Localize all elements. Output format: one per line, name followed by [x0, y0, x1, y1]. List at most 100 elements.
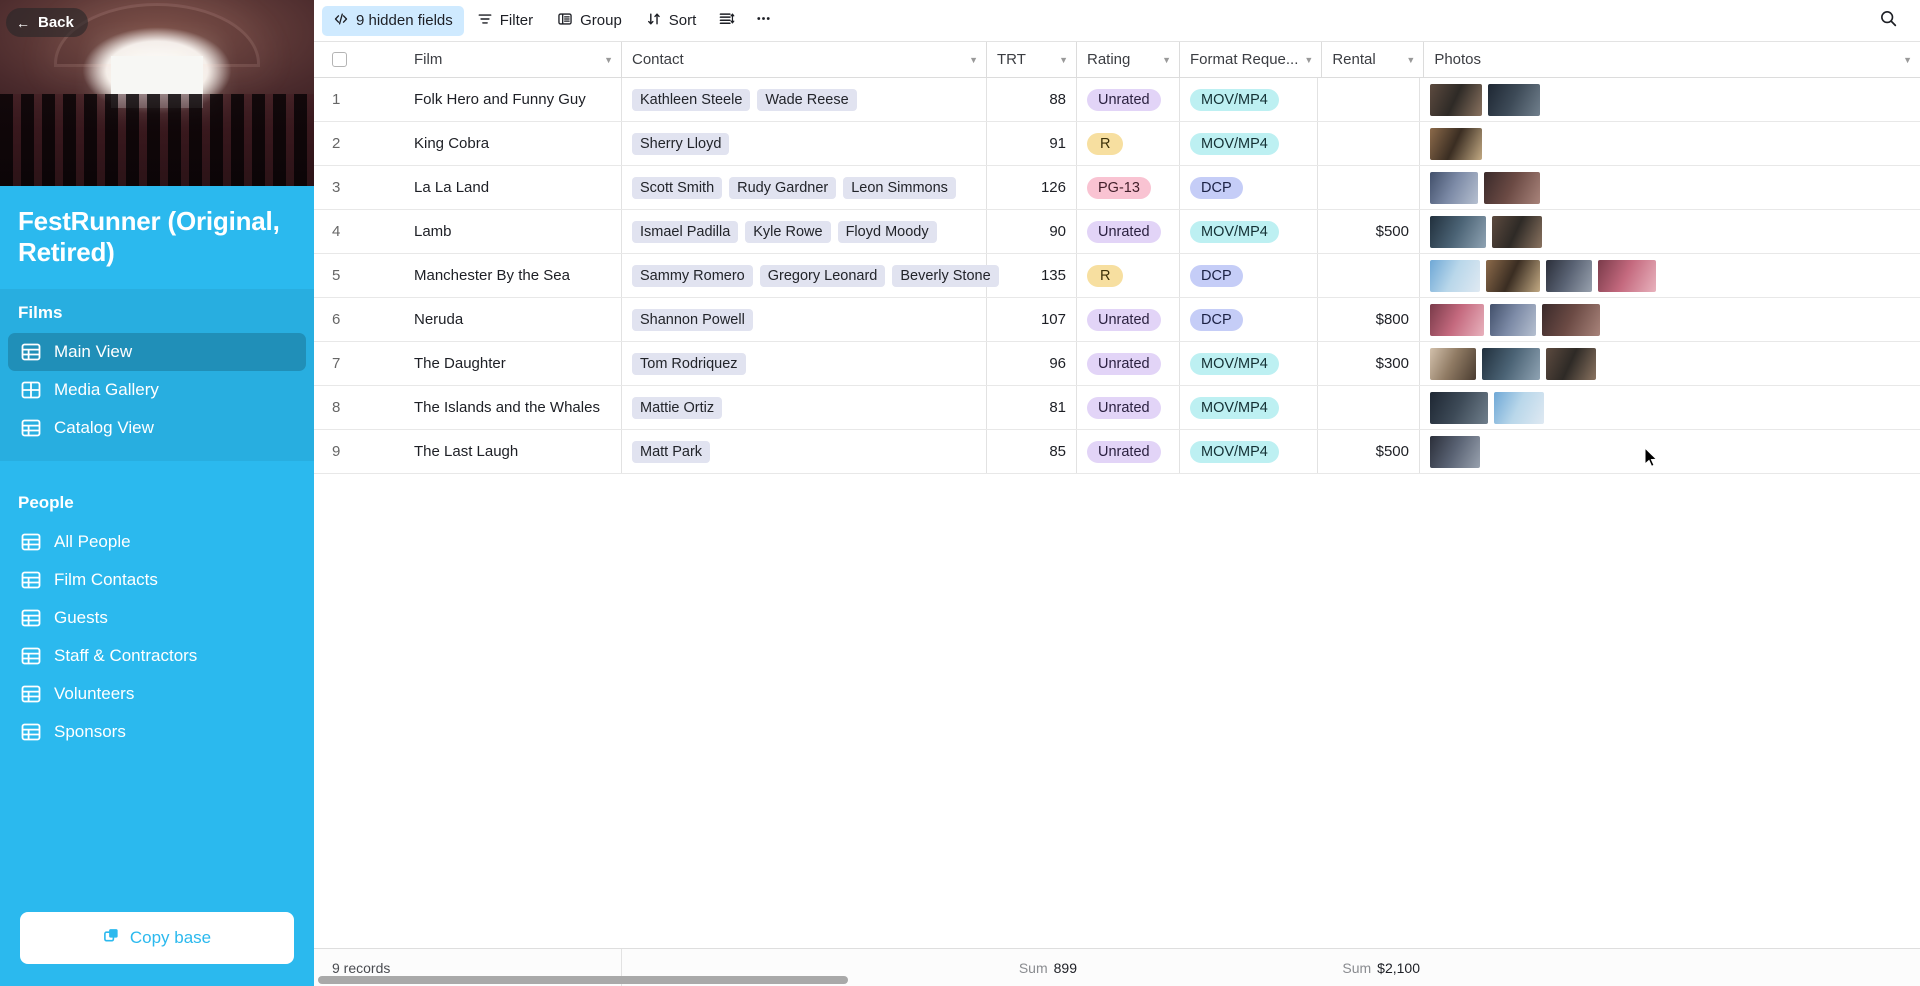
cell-trt[interactable]: 126 [987, 166, 1077, 209]
horizontal-scrollbar[interactable] [314, 974, 1920, 986]
cell-rating[interactable]: R [1077, 122, 1180, 165]
photo-thumbnail[interactable] [1430, 127, 1482, 160]
sidebar-item-catalog-view[interactable]: Catalog View [8, 409, 306, 447]
table-row[interactable]: 3 La La Land Scott Smith Rudy Gardner Leon S… [314, 166, 1920, 210]
cell-contact[interactable]: Sammy Romero Gregory Leonard Beverly Stone [622, 254, 999, 297]
back-button[interactable]: ← Back [6, 8, 88, 37]
cell-photos[interactable] [1420, 298, 1920, 341]
cell-photos[interactable] [1420, 166, 1920, 209]
cell-film[interactable]: The Last Laugh [392, 430, 622, 473]
column-header-rating[interactable]: Rating ▼ [1077, 42, 1180, 77]
sidebar-item-guests[interactable]: Guests [8, 599, 306, 637]
photo-thumbnail[interactable] [1430, 171, 1478, 204]
cell-trt[interactable]: 107 [987, 298, 1077, 341]
chevron-down-icon[interactable]: ▼ [1162, 55, 1171, 65]
chevron-down-icon[interactable]: ▼ [1406, 55, 1415, 65]
contact-tag[interactable]: Kyle Rowe [745, 220, 831, 243]
select-all-checkbox[interactable] [332, 52, 347, 67]
cell-format-requested[interactable]: DCP [1180, 254, 1318, 297]
table-row[interactable]: 5 Manchester By the Sea Sammy Romero Gregor… [314, 254, 1920, 298]
photo-thumbnail[interactable] [1490, 303, 1536, 336]
contact-tag[interactable]: Sherry Lloyd [632, 132, 730, 155]
photo-thumbnail[interactable] [1430, 303, 1484, 336]
cell-rental[interactable]: $800 [1318, 298, 1420, 341]
photo-thumbnail[interactable] [1488, 83, 1540, 116]
contact-tag[interactable]: Rudy Gardner [729, 176, 837, 199]
photo-thumbnail[interactable] [1484, 171, 1540, 204]
cell-rental[interactable] [1318, 166, 1420, 209]
photo-thumbnail[interactable] [1598, 259, 1656, 292]
cell-rating[interactable]: R [1077, 254, 1180, 297]
contact-tag[interactable]: Scott Smith [632, 176, 723, 199]
cell-photos[interactable] [1420, 78, 1920, 121]
cell-film[interactable]: Neruda [392, 298, 622, 341]
chevron-down-icon[interactable]: ▼ [604, 55, 613, 65]
more-options-button[interactable] [746, 5, 781, 36]
column-header-film[interactable]: Film ▼ [392, 42, 622, 77]
cell-trt[interactable]: 135 [987, 254, 1077, 297]
chevron-down-icon[interactable]: ▼ [969, 55, 978, 65]
cell-rental[interactable] [1318, 386, 1420, 429]
column-header-trt[interactable]: TRT ▼ [987, 42, 1077, 77]
contact-tag[interactable]: Kathleen Steele [632, 88, 751, 111]
photo-thumbnail[interactable] [1430, 435, 1480, 468]
table-row[interactable]: 2 King Cobra Sherry Lloyd 91 R MOV/MP4 [314, 122, 1920, 166]
hidden-fields-button[interactable]: 9 hidden fields [322, 5, 464, 36]
photo-thumbnail[interactable] [1546, 347, 1596, 380]
photo-thumbnail[interactable] [1542, 303, 1600, 336]
photo-thumbnail[interactable] [1430, 391, 1488, 424]
sort-button[interactable]: Sort [635, 6, 708, 36]
photo-thumbnail[interactable] [1492, 215, 1542, 248]
contact-tag[interactable]: Tom Rodriquez [632, 352, 746, 375]
photo-thumbnail[interactable] [1494, 391, 1544, 424]
table-row[interactable]: 4 Lamb Ismael Padilla Kyle Rowe Floyd Moody 9… [314, 210, 1920, 254]
cell-contact[interactable]: Kathleen Steele Wade Reese [622, 78, 987, 121]
cell-contact[interactable]: Mattie Ortiz [622, 386, 987, 429]
sidebar-item-staff-contractors[interactable]: Staff & Contractors [8, 637, 306, 675]
cell-rating[interactable]: PG-13 [1077, 166, 1180, 209]
contact-tag[interactable]: Leon Simmons [843, 176, 956, 199]
table-row[interactable]: 6 Neruda Shannon Powell 107 Unrated DCP $800 [314, 298, 1920, 342]
photo-thumbnail[interactable] [1430, 215, 1486, 248]
cell-film[interactable]: King Cobra [392, 122, 622, 165]
cell-rating[interactable]: Unrated [1077, 430, 1180, 473]
photo-thumbnail[interactable] [1546, 259, 1592, 292]
cell-rental[interactable] [1318, 78, 1420, 121]
contact-tag[interactable]: Wade Reese [757, 88, 857, 111]
filter-button[interactable]: Filter [466, 6, 544, 36]
contact-tag[interactable]: Shannon Powell [632, 308, 753, 331]
photo-thumbnail[interactable] [1430, 347, 1476, 380]
cell-film[interactable]: The Islands and the Whales [392, 386, 622, 429]
cell-rental[interactable]: $500 [1318, 430, 1420, 473]
cell-photos[interactable] [1420, 342, 1920, 385]
chevron-down-icon[interactable]: ▼ [1059, 55, 1068, 65]
select-all-header[interactable] [314, 42, 392, 77]
cell-format-requested[interactable]: DCP [1180, 298, 1318, 341]
cell-rating[interactable]: Unrated [1077, 298, 1180, 341]
cell-rating[interactable]: Unrated [1077, 342, 1180, 385]
table-row[interactable]: 9 The Last Laugh Matt Park 85 Unrated MOV/MP4… [314, 430, 1920, 474]
cell-photos[interactable] [1420, 430, 1920, 473]
cell-format-requested[interactable]: MOV/MP4 [1180, 78, 1318, 121]
cell-format-requested[interactable]: MOV/MP4 [1180, 430, 1318, 473]
column-header-photos[interactable]: Photos ▼ [1424, 42, 1920, 77]
cell-contact[interactable]: Matt Park [622, 430, 987, 473]
contact-tag[interactable]: Beverly Stone [892, 264, 999, 287]
column-header-format-requested[interactable]: Format Reque... ▼ [1180, 42, 1323, 77]
chevron-down-icon[interactable]: ▼ [1903, 55, 1912, 65]
contact-tag[interactable]: Gregory Leonard [759, 264, 886, 287]
cell-contact[interactable]: Ismael Padilla Kyle Rowe Floyd Moody [622, 210, 987, 253]
cell-format-requested[interactable]: MOV/MP4 [1180, 386, 1318, 429]
cell-rental[interactable] [1318, 122, 1420, 165]
photo-thumbnail[interactable] [1486, 259, 1540, 292]
sidebar-item-main-view[interactable]: Main View [8, 333, 306, 372]
column-header-contact[interactable]: Contact ▼ [622, 42, 987, 77]
group-button[interactable]: Group [546, 6, 633, 36]
search-button[interactable] [1867, 4, 1910, 38]
cell-photos[interactable] [1420, 254, 1920, 297]
cell-contact[interactable]: Shannon Powell [622, 298, 987, 341]
cell-trt[interactable]: 96 [987, 342, 1077, 385]
copy-base-button[interactable]: Copy base [20, 912, 294, 964]
cell-rating[interactable]: Unrated [1077, 386, 1180, 429]
sidebar-item-all-people[interactable]: All People [8, 523, 306, 561]
